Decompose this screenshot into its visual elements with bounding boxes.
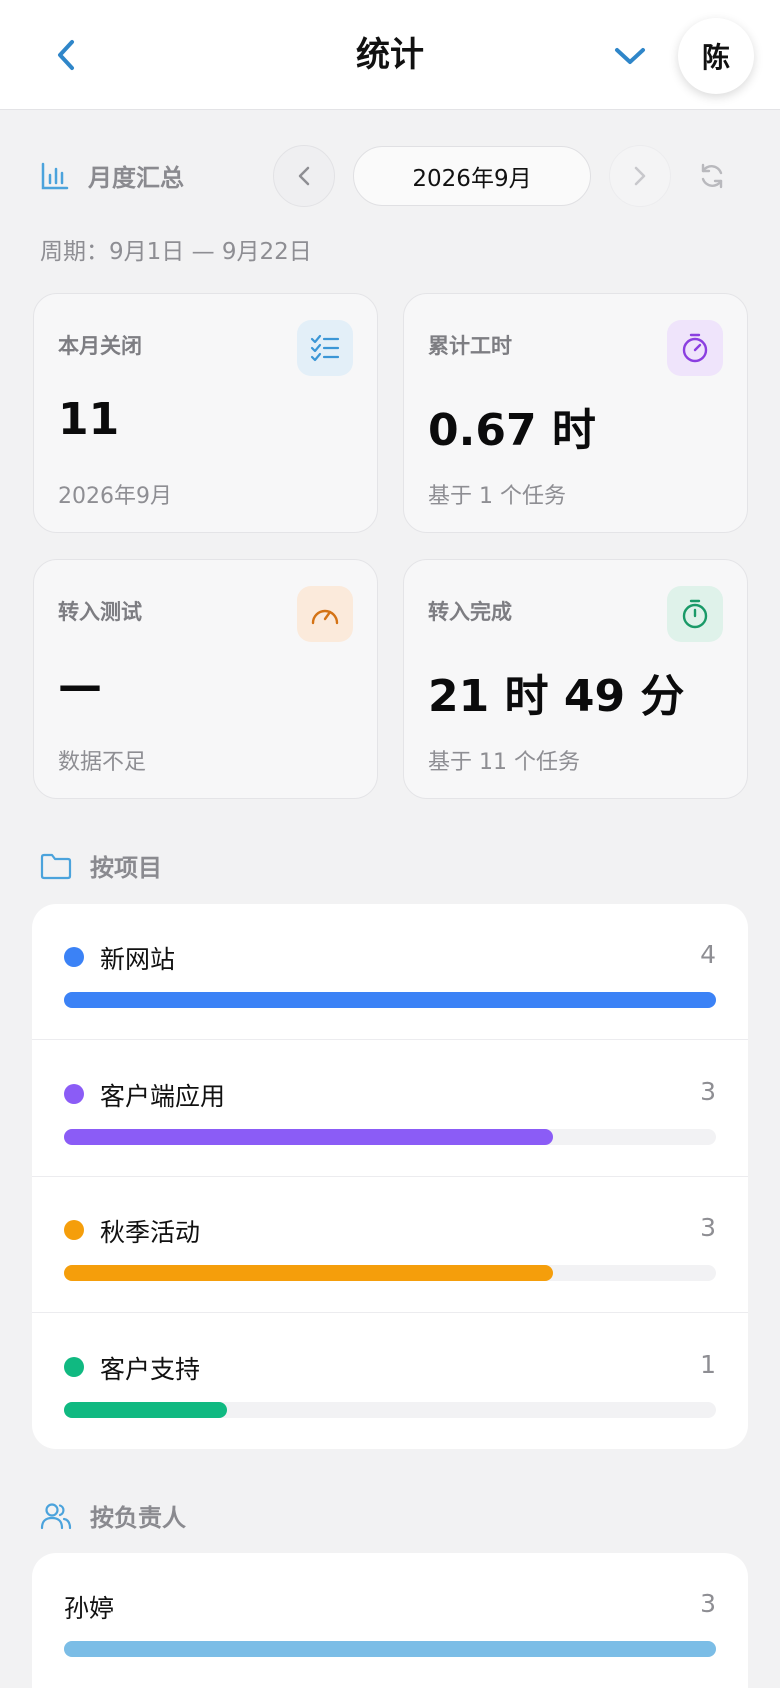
project-list: 新网站 4 客户端应用 3 秋季活动 3 客户支持 1 [32,904,748,1449]
progress-fill [64,1129,553,1145]
progress-track [64,1265,716,1281]
month-selector[interactable]: 2026年9月 [353,146,591,206]
page-title: 统计 [356,35,424,75]
project-dot [64,947,84,967]
owner-count: 3 [700,1589,716,1618]
project-name: 客户支持 [100,1355,201,1384]
chevron-down-icon [615,48,645,64]
previous-month-button[interactable] [273,145,335,207]
bar-chart-icon [41,162,69,189]
card-title: 累计工时 [428,334,512,358]
card-subtitle: 数据不足 [58,750,147,775]
project-count: 3 [700,1213,716,1242]
project-name: 秋季活动 [100,1218,201,1247]
users-icon [40,1502,72,1529]
dropdown-button[interactable] [606,32,654,80]
by-owner-label: 按负责人 [90,1504,186,1532]
card-subtitle: 基于 1 个任务 [428,484,566,509]
stat-card-hours: 累计工时 0.67 时 基于 1 个任务 [403,293,748,533]
timer-icon [667,586,723,642]
stat-card-to-testing: 转入测试 — 数据不足 [33,559,378,799]
owner-list: 孙婷 3 [32,1553,748,1688]
project-count: 3 [700,1077,716,1106]
list-item[interactable]: 客户端应用 3 [32,1041,748,1177]
card-value: 0.67 时 [428,405,596,456]
card-value: 21 时 49 分 [428,671,685,722]
progress-track [64,992,716,1008]
avatar[interactable]: 陈 [678,18,754,94]
list-item[interactable]: 客户支持 1 [32,1314,748,1450]
project-count: 4 [700,940,716,969]
card-title: 转入完成 [428,600,512,624]
refresh-icon [701,163,723,189]
card-title: 转入测试 [58,600,142,624]
stat-card-closed: 本月关闭 11 2026年9月 [33,293,378,533]
progress-track [64,1129,716,1145]
stopwatch-icon [667,320,723,376]
list-item[interactable]: 秋季活动 3 [32,1177,748,1313]
progress-fill [64,1641,716,1657]
project-dot [64,1084,84,1104]
monthly-summary-header: 月度汇总 [40,158,184,193]
project-count: 1 [700,1350,716,1379]
chevron-right-icon [634,166,646,186]
period-range: 周期：9月1日 — 9月22日 [40,239,312,265]
monthly-summary-label: 月度汇总 [88,164,184,192]
refresh-button[interactable] [692,156,732,196]
progress-fill [64,1265,553,1281]
list-item[interactable]: 新网站 4 [32,904,748,1040]
project-name: 客户端应用 [100,1082,226,1111]
project-name: 新网站 [100,945,176,974]
checklist-icon [297,320,353,376]
by-project-header: 按项目 [40,848,162,883]
stat-card-to-done: 转入完成 21 时 49 分 基于 11 个任务 [403,559,748,799]
project-dot [64,1220,84,1240]
next-month-button[interactable] [609,145,671,207]
progress-track [64,1641,716,1657]
folder-icon [40,853,72,879]
chevron-left-icon [298,166,310,186]
by-owner-header: 按负责人 [40,1498,186,1533]
top-bar: 统计 陈 [0,0,780,110]
card-subtitle: 2026年9月 [58,484,172,509]
progress-fill [64,992,716,1008]
project-dot [64,1357,84,1377]
card-subtitle: 基于 11 个任务 [428,750,580,775]
list-item[interactable]: 孙婷 3 [32,1553,748,1688]
progress-fill [64,1402,227,1418]
card-value: — [58,660,102,711]
progress-track [64,1402,716,1418]
by-project-label: 按项目 [90,854,162,882]
card-title: 本月关闭 [58,334,142,358]
owner-name: 孙婷 [64,1594,115,1623]
speedometer-icon [297,586,353,642]
card-value: 11 [58,394,120,445]
